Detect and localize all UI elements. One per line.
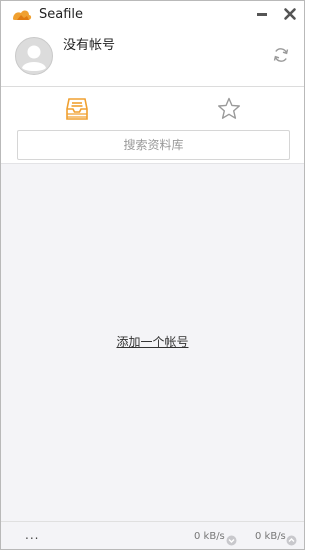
close-button[interactable] [281, 5, 299, 23]
close-icon [284, 8, 296, 20]
add-account-link[interactable]: 添加一个帐号 [1, 333, 304, 350]
star-icon [218, 97, 240, 119]
title-bar[interactable]: Seafile [1, 1, 304, 29]
search-box[interactable] [17, 130, 290, 160]
app-title: Seafile [39, 7, 84, 22]
user-avatar-icon [15, 37, 53, 75]
tab-bar [1, 87, 304, 127]
refresh-button[interactable] [271, 45, 291, 65]
minimize-icon [257, 13, 267, 16]
status-bar: ... 0 kB/s 0 kB/s [1, 521, 304, 549]
seafile-logo-icon [11, 7, 33, 23]
library-list-area: 添加一个帐号 [1, 163, 304, 521]
inbox-tray-icon [66, 98, 88, 120]
refresh-icon [273, 48, 289, 62]
search-input[interactable] [18, 131, 289, 159]
tab-libraries[interactable] [63, 95, 91, 123]
account-section: 没有帐号 [1, 29, 304, 85]
seafile-window: Seafile 没有帐号 搜索资料库 添加一个帐号 ... 0 kB/s 0 k… [0, 0, 305, 550]
upload-icon [286, 531, 297, 546]
upload-rate: 0 kB/s [255, 531, 286, 542]
download-rate: 0 kB/s [194, 531, 225, 542]
more-menu-button[interactable]: ... [25, 528, 39, 542]
avatar[interactable] [15, 37, 53, 75]
account-name[interactable]: 没有帐号 [63, 38, 115, 54]
minimize-button[interactable] [253, 5, 271, 23]
tab-starred[interactable] [215, 95, 243, 123]
download-icon [226, 531, 237, 546]
